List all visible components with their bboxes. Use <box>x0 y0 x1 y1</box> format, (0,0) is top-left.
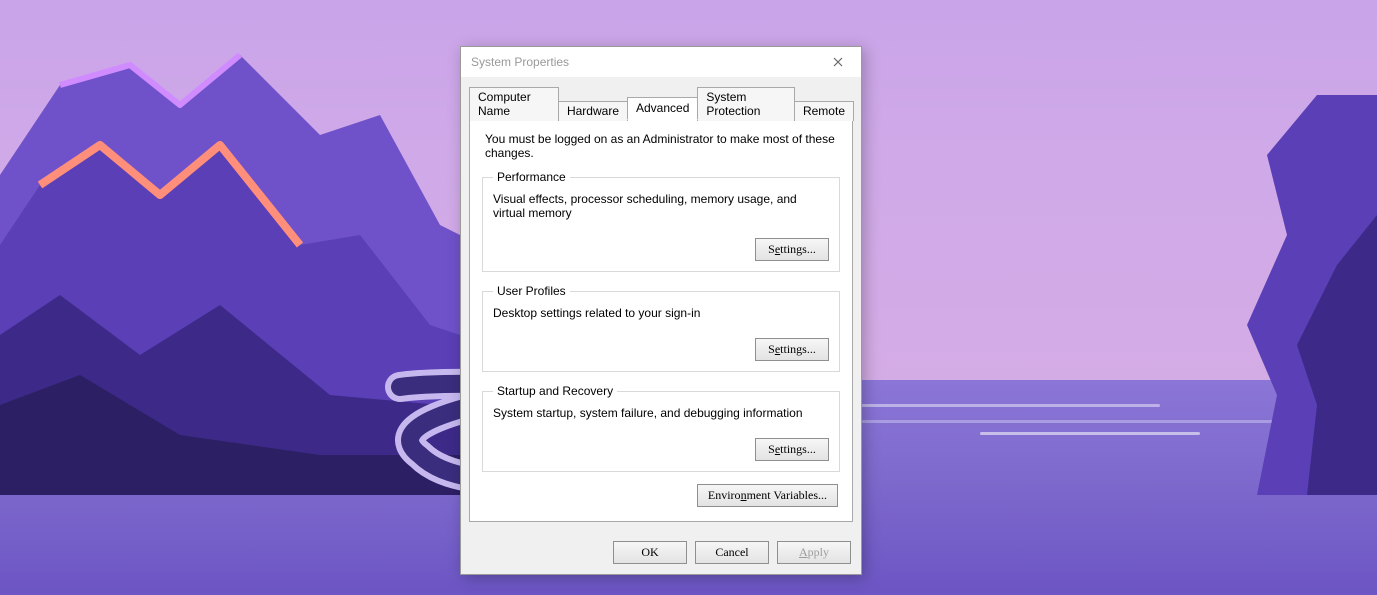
group-performance-desc: Visual effects, processor scheduling, me… <box>493 192 829 220</box>
dialog-footer: OK Cancel Apply <box>461 530 861 574</box>
tab-system-protection[interactable]: System Protection <box>697 87 795 121</box>
group-startup-recovery-desc: System startup, system failure, and debu… <box>493 406 829 420</box>
tab-hardware[interactable]: Hardware <box>558 101 628 121</box>
cancel-button[interactable]: Cancel <box>695 541 769 564</box>
titlebar[interactable]: System Properties <box>461 47 861 77</box>
group-performance: Performance Visual effects, processor sc… <box>482 170 840 272</box>
tab-strip: Computer Name Hardware Advanced System P… <box>461 77 861 119</box>
ok-button[interactable]: OK <box>613 541 687 564</box>
tab-computer-name[interactable]: Computer Name <box>469 87 559 121</box>
group-user-profiles-desc: Desktop settings related to your sign-in <box>493 306 829 320</box>
group-user-profiles: User Profiles Desktop settings related t… <box>482 284 840 372</box>
apply-button: Apply <box>777 541 851 564</box>
group-user-profiles-legend: User Profiles <box>493 284 570 298</box>
wallpaper-wave <box>980 432 1200 435</box>
dialog-title: System Properties <box>471 55 569 69</box>
tab-advanced[interactable]: Advanced <box>627 97 698 120</box>
group-startup-recovery-legend: Startup and Recovery <box>493 384 617 398</box>
group-startup-recovery: Startup and Recovery System startup, sys… <box>482 384 840 472</box>
admin-notice: You must be logged on as an Administrato… <box>485 132 837 160</box>
close-icon[interactable] <box>821 51 855 73</box>
tab-panel-advanced: You must be logged on as an Administrato… <box>469 119 853 522</box>
user-profiles-settings-button[interactable]: Settings... <box>755 338 829 361</box>
environment-variables-button[interactable]: Environment Variables... <box>697 484 838 507</box>
wallpaper-cliff <box>1197 95 1377 495</box>
performance-settings-button[interactable]: Settings... <box>755 238 829 261</box>
desktop-wallpaper: System Properties Computer Name Hardware… <box>0 0 1377 595</box>
system-properties-dialog: System Properties Computer Name Hardware… <box>460 46 862 575</box>
startup-recovery-settings-button[interactable]: Settings... <box>755 438 829 461</box>
tab-remote[interactable]: Remote <box>794 101 854 121</box>
group-performance-legend: Performance <box>493 170 570 184</box>
